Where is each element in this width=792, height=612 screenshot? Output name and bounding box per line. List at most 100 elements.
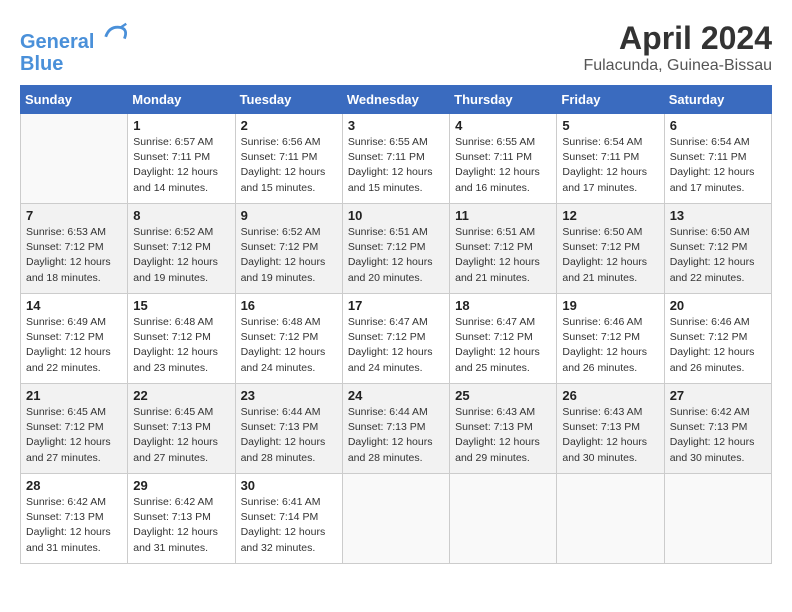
day-number: 24	[348, 388, 444, 403]
day-number: 20	[670, 298, 766, 313]
day-info: Sunrise: 6:44 AMSunset: 7:13 PMDaylight:…	[348, 405, 444, 466]
calendar-cell	[450, 474, 557, 564]
day-number: 21	[26, 388, 122, 403]
calendar-cell: 20 Sunrise: 6:46 AMSunset: 7:12 PMDayligh…	[664, 294, 771, 384]
logo-blue: Blue	[20, 53, 63, 75]
calendar-cell: 5Sunrise: 6:54 AMSunset: 7:11 PMDaylight…	[557, 114, 664, 204]
calendar-week-row: 7Sunrise: 6:53 AMSunset: 7:12 PMDaylight…	[21, 204, 772, 294]
calendar-cell: 13Sunrise: 6:50 AMSunset: 7:12 PMDayligh…	[664, 204, 771, 294]
calendar-cell: 19 Sunrise: 6:46 AMSunset: 7:12 PMDayligh…	[557, 294, 664, 384]
calendar-cell: 27Sunrise: 6:42 AMSunset: 7:13 PMDayligh…	[664, 384, 771, 474]
calendar-cell: 29 Sunrise: 6:42 AMSunset: 7:13 PMDayligh…	[128, 474, 235, 564]
calendar-cell: 24 Sunrise: 6:44 AMSunset: 7:13 PMDayligh…	[342, 384, 449, 474]
day-number: 2	[241, 118, 337, 133]
day-info: Sunrise: 6:46 AMSunset: 7:12 PMDaylight:…	[670, 315, 766, 376]
day-number: 30	[241, 478, 337, 493]
calendar-cell: 4Sunrise: 6:55 AMSunset: 7:11 PMDaylight…	[450, 114, 557, 204]
calendar-cell: 28 Sunrise: 6:42 AMSunset: 7:13 PMDayligh…	[21, 474, 128, 564]
day-number: 1	[133, 118, 229, 133]
col-header-tuesday: Tuesday	[235, 86, 342, 114]
day-info: Sunrise: 6:51 AMSunset: 7:12 PMDaylight:…	[348, 225, 444, 286]
col-header-thursday: Thursday	[450, 86, 557, 114]
day-number: 23	[241, 388, 337, 403]
day-info: Sunrise: 6:57 AMSunset: 7:11 PMDaylight:…	[133, 135, 229, 196]
calendar-week-row: 1 Sunrise: 6:57 AMSunset: 7:11 PMDaylight…	[21, 114, 772, 204]
calendar-cell: 6Sunrise: 6:54 AMSunset: 7:11 PMDaylight…	[664, 114, 771, 204]
calendar-cell	[21, 114, 128, 204]
day-info: Sunrise: 6:56 AMSunset: 7:11 PMDaylight:…	[241, 135, 337, 196]
day-info: Sunrise: 6:43 AMSunset: 7:13 PMDaylight:…	[562, 405, 658, 466]
calendar-table: SundayMondayTuesdayWednesdayThursdayFrid…	[20, 85, 772, 564]
day-info: Sunrise: 6:54 AMSunset: 7:11 PMDaylight:…	[562, 135, 658, 196]
day-number: 16	[241, 298, 337, 313]
calendar-cell	[664, 474, 771, 564]
day-number: 10	[348, 208, 444, 223]
day-number: 6	[670, 118, 766, 133]
calendar-cell: 9Sunrise: 6:52 AMSunset: 7:12 PMDaylight…	[235, 204, 342, 294]
day-number: 4	[455, 118, 551, 133]
calendar-cell: 2 Sunrise: 6:56 AMSunset: 7:11 PMDaylight…	[235, 114, 342, 204]
calendar-cell: 15Sunrise: 6:48 AMSunset: 7:12 PMDayligh…	[128, 294, 235, 384]
calendar-cell: 1 Sunrise: 6:57 AMSunset: 7:11 PMDaylight…	[128, 114, 235, 204]
calendar-cell: 16 Sunrise: 6:48 AMSunset: 7:12 PMDayligh…	[235, 294, 342, 384]
day-number: 27	[670, 388, 766, 403]
col-header-monday: Monday	[128, 86, 235, 114]
calendar-cell: 17 Sunrise: 6:47 AMSunset: 7:12 PMDayligh…	[342, 294, 449, 384]
logo: General Blue	[20, 20, 130, 75]
day-info: Sunrise: 6:44 AMSunset: 7:13 PMDaylight:…	[241, 405, 337, 466]
calendar-cell: 14Sunrise: 6:49 AMSunset: 7:12 PMDayligh…	[21, 294, 128, 384]
month-title: April 2024	[583, 20, 772, 57]
day-number: 7	[26, 208, 122, 223]
day-number: 25	[455, 388, 551, 403]
calendar-cell: 23 Sunrise: 6:44 AMSunset: 7:13 PMDayligh…	[235, 384, 342, 474]
day-info: Sunrise: 6:51 AMSunset: 7:12 PMDaylight:…	[455, 225, 551, 286]
location-title: Fulacunda, Guinea-Bissau	[583, 57, 772, 75]
calendar-cell	[342, 474, 449, 564]
calendar-header-row: SundayMondayTuesdayWednesdayThursdayFrid…	[21, 86, 772, 114]
day-info: Sunrise: 6:52 AMSunset: 7:12 PMDaylight:…	[133, 225, 229, 286]
day-number: 26	[562, 388, 658, 403]
calendar-cell	[557, 474, 664, 564]
col-header-saturday: Saturday	[664, 86, 771, 114]
calendar-cell: 11 Sunrise: 6:51 AMSunset: 7:12 PMDayligh…	[450, 204, 557, 294]
col-header-friday: Friday	[557, 86, 664, 114]
calendar-cell: 21 Sunrise: 6:45 AMSunset: 7:12 PMDayligh…	[21, 384, 128, 474]
day-number: 11	[455, 208, 551, 223]
day-number: 29	[133, 478, 229, 493]
calendar-cell: 22 Sunrise: 6:45 AMSunset: 7:13 PMDayligh…	[128, 384, 235, 474]
col-header-wednesday: Wednesday	[342, 86, 449, 114]
day-info: Sunrise: 6:42 AMSunset: 7:13 PMDaylight:…	[26, 495, 122, 556]
day-info: Sunrise: 6:49 AMSunset: 7:12 PMDaylight:…	[26, 315, 122, 376]
page-header: General Blue April 2024 Fulacunda, Guine…	[20, 20, 772, 75]
day-number: 15	[133, 298, 229, 313]
day-number: 13	[670, 208, 766, 223]
calendar-cell: 30 Sunrise: 6:41 AMSunset: 7:14 PMDayligh…	[235, 474, 342, 564]
day-info: Sunrise: 6:45 AMSunset: 7:12 PMDaylight:…	[26, 405, 122, 466]
day-number: 19	[562, 298, 658, 313]
day-info: Sunrise: 6:41 AMSunset: 7:14 PMDaylight:…	[241, 495, 337, 556]
day-info: Sunrise: 6:45 AMSunset: 7:13 PMDaylight:…	[133, 405, 229, 466]
calendar-cell: 18Sunrise: 6:47 AMSunset: 7:12 PMDayligh…	[450, 294, 557, 384]
calendar-cell: 3Sunrise: 6:55 AMSunset: 7:11 PMDaylight…	[342, 114, 449, 204]
day-number: 12	[562, 208, 658, 223]
day-number: 8	[133, 208, 229, 223]
calendar-cell: 8 Sunrise: 6:52 AMSunset: 7:12 PMDaylight…	[128, 204, 235, 294]
calendar-week-row: 28 Sunrise: 6:42 AMSunset: 7:13 PMDayligh…	[21, 474, 772, 564]
day-info: Sunrise: 6:47 AMSunset: 7:12 PMDaylight:…	[348, 315, 444, 376]
day-info: Sunrise: 6:52 AMSunset: 7:12 PMDaylight:…	[241, 225, 337, 286]
day-number: 28	[26, 478, 122, 493]
logo-icon	[102, 20, 130, 48]
calendar-week-row: 21 Sunrise: 6:45 AMSunset: 7:12 PMDayligh…	[21, 384, 772, 474]
col-header-sunday: Sunday	[21, 86, 128, 114]
calendar-cell: 25 Sunrise: 6:43 AMSunset: 7:13 PMDayligh…	[450, 384, 557, 474]
day-info: Sunrise: 6:42 AMSunset: 7:13 PMDaylight:…	[133, 495, 229, 556]
calendar-cell: 7Sunrise: 6:53 AMSunset: 7:12 PMDaylight…	[21, 204, 128, 294]
day-info: Sunrise: 6:47 AMSunset: 7:12 PMDaylight:…	[455, 315, 551, 376]
day-number: 22	[133, 388, 229, 403]
day-info: Sunrise: 6:48 AMSunset: 7:12 PMDaylight:…	[241, 315, 337, 376]
day-info: Sunrise: 6:46 AMSunset: 7:12 PMDaylight:…	[562, 315, 658, 376]
day-number: 17	[348, 298, 444, 313]
day-info: Sunrise: 6:50 AMSunset: 7:12 PMDaylight:…	[562, 225, 658, 286]
day-info: Sunrise: 6:43 AMSunset: 7:13 PMDaylight:…	[455, 405, 551, 466]
calendar-week-row: 14Sunrise: 6:49 AMSunset: 7:12 PMDayligh…	[21, 294, 772, 384]
